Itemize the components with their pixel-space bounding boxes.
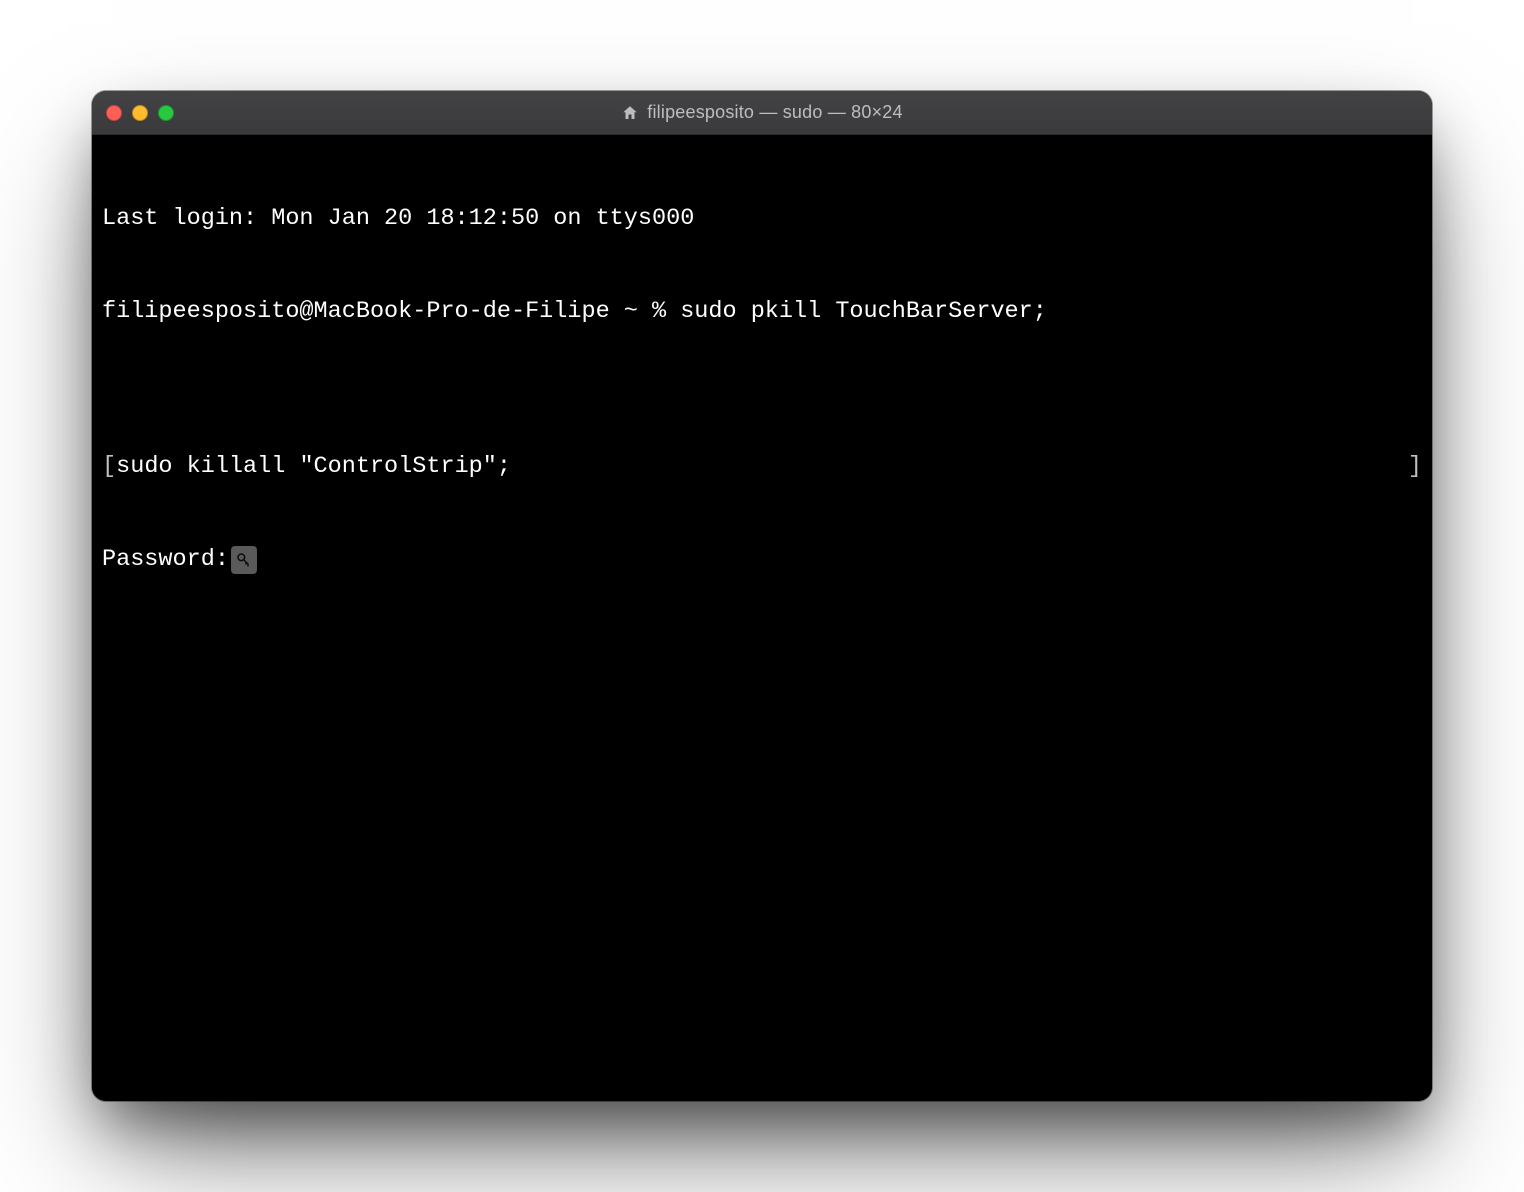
terminal-window: filipeesposito — sudo — 80×24 Last login…	[92, 91, 1432, 1101]
close-button[interactable]	[106, 105, 122, 121]
bracket-close: ]	[1408, 451, 1422, 482]
maximize-button[interactable]	[158, 105, 174, 121]
bracket-command: sudo killall "ControlStrip";	[116, 451, 511, 482]
traffic-lights	[106, 105, 174, 121]
window-title-text: filipeesposito — sudo — 80×24	[647, 102, 902, 123]
key-icon	[231, 546, 257, 574]
password-label: Password:	[102, 544, 229, 575]
terminal-line-password: Password:	[102, 544, 1422, 575]
titlebar[interactable]: filipeesposito — sudo — 80×24	[92, 91, 1432, 135]
terminal-body[interactable]: Last login: Mon Jan 20 18:12:50 on ttys0…	[92, 135, 1432, 1101]
terminal-line-bracket: [ sudo killall "ControlStrip"; ]	[102, 451, 1422, 482]
home-icon	[621, 104, 639, 122]
terminal-line-last-login: Last login: Mon Jan 20 18:12:50 on ttys0…	[102, 203, 1422, 234]
bracket-open: [	[102, 451, 116, 482]
terminal-line-prompt: filipeesposito@MacBook-Pro-de-Filipe ~ %…	[102, 296, 1422, 327]
minimize-button[interactable]	[132, 105, 148, 121]
window-title: filipeesposito — sudo — 80×24	[92, 102, 1432, 123]
